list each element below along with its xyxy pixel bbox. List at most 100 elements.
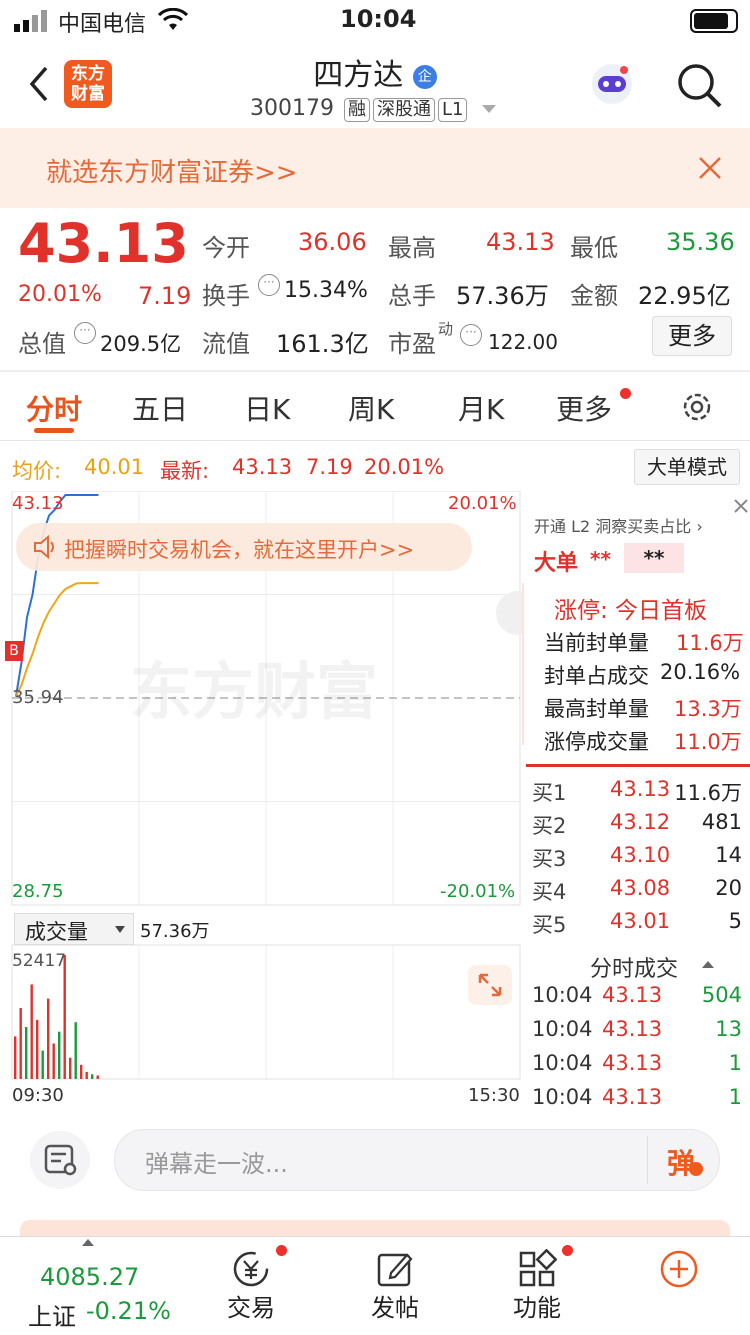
- bid-qty: 20: [715, 876, 742, 900]
- latest-label: 最新:: [160, 459, 210, 483]
- big-order-mode-button[interactable]: 大单模式: [634, 449, 740, 485]
- top-pct-label: 20.01%: [448, 493, 517, 514]
- nav-functions-label: 功能: [513, 1294, 561, 1322]
- expand-icon[interactable]: [468, 965, 512, 1005]
- stock-header: 东方 财富 四方达 企 300179 融深股通 L1: [0, 40, 750, 128]
- change-percent: 20.01%: [18, 282, 102, 307]
- promo-text[interactable]: 就选东方财富证券>>: [46, 152, 298, 189]
- time-end-label: 15:30: [468, 1085, 520, 1106]
- robot-assistant-icon[interactable]: [588, 60, 636, 108]
- signal-icon: [14, 10, 50, 38]
- nav-post-label: 发帖: [371, 1294, 419, 1322]
- trades-title[interactable]: 分时成交: [590, 951, 678, 983]
- search-icon[interactable]: [676, 62, 722, 112]
- limit-row-label: 当前封单量: [544, 631, 649, 655]
- trade-qty: 1: [728, 1085, 742, 1109]
- caret-up-icon[interactable]: [702, 961, 714, 968]
- volume-bar: [14, 1036, 17, 1079]
- mktcap-label: 总值: [18, 330, 66, 358]
- nav-add[interactable]: [614, 1237, 744, 1335]
- limit-row-label: 涨停成交量: [544, 730, 649, 754]
- trade-time: 10:04: [532, 983, 593, 1007]
- info-icon[interactable]: ···: [258, 274, 280, 296]
- index-ticker[interactable]: 4085.27 上证 -0.21%: [20, 1237, 171, 1335]
- index-percent: -0.21%: [86, 1297, 171, 1325]
- bottom-price-label: 28.75: [12, 881, 64, 902]
- tab-monthly-k[interactable]: 月K: [458, 388, 504, 428]
- bid-price: 43.08: [610, 876, 671, 900]
- volume-bar: [52, 1043, 55, 1079]
- volume-bar: [80, 1064, 83, 1079]
- index-name: 上证: [28, 1303, 76, 1331]
- bid-level: 买2: [532, 814, 567, 838]
- nav-trade[interactable]: 交易: [186, 1237, 316, 1335]
- high-label: 最高: [388, 234, 436, 262]
- volume-bar: [91, 1074, 94, 1079]
- trade-time: 10:04: [532, 1051, 593, 1075]
- danmu-input[interactable]: 弹幕走一波... 弹: [114, 1129, 720, 1191]
- divider: [647, 1136, 648, 1184]
- speaker-icon: [32, 534, 58, 563]
- limit-row-value: 11.6万: [676, 631, 744, 655]
- avg-value: 40.01: [84, 455, 145, 479]
- close-icon[interactable]: [732, 497, 750, 519]
- open-value: 36.06: [298, 228, 367, 256]
- avg-label: 均价:: [12, 459, 62, 483]
- bid-level: 买5: [532, 913, 567, 937]
- watermark: 东方财富: [130, 655, 378, 728]
- chart-info-row: 均价: 40.01 最新: 43.13 7.19 20.01% 大单模式: [0, 441, 750, 491]
- mktcap-value: 209.5亿: [100, 332, 182, 356]
- trade-price: 43.13: [602, 1017, 663, 1041]
- big-order-label: 大单: [534, 551, 579, 576]
- volume-bar: [69, 1057, 72, 1079]
- volume-selector[interactable]: 成交量: [14, 913, 134, 945]
- dropdown-icon[interactable]: [482, 105, 497, 113]
- danmu-settings-icon[interactable]: [30, 1131, 90, 1189]
- tab-five-day[interactable]: 五日: [132, 388, 188, 428]
- tab-intraday[interactable]: 分时: [26, 388, 82, 428]
- volume-bar: [74, 1022, 77, 1079]
- edit-icon: [377, 1253, 413, 1287]
- intraday-chart[interactable]: 东方财富 43.13 20.01% 35.94 28.75 -20.01% 把握…: [0, 490, 526, 1111]
- level2-panel: 开通 L2 洞察买卖占比 › 大单 ** ** 涨停: 今日首板 当前封单量 1…: [522, 491, 750, 1111]
- ad-text[interactable]: 把握瞬时交易机会，就在这里开户>>: [64, 534, 414, 564]
- bid-price: 43.12: [610, 810, 671, 834]
- more-button[interactable]: 更多: [652, 316, 732, 356]
- nav-functions[interactable]: 功能: [472, 1237, 602, 1335]
- volume-bar: [85, 1071, 88, 1079]
- volume-bar: [96, 1075, 99, 1079]
- volume-value: 57.36万: [456, 282, 549, 310]
- trade-qty: 1: [728, 1051, 742, 1075]
- tab-more[interactable]: 更多: [556, 388, 612, 428]
- turnover-label: 换手: [202, 282, 250, 310]
- danmu-send-button[interactable]: 弹: [667, 1142, 695, 1182]
- float-label: 流值: [202, 330, 250, 358]
- float-value: 161.3亿: [276, 330, 369, 358]
- l2-upgrade-link[interactable]: 开通 L2 洞察买卖占比 ›: [534, 513, 703, 537]
- caret-up-icon: [82, 1239, 94, 1246]
- carrier-label: 中国电信: [58, 12, 147, 37]
- change-amount: 7.19: [138, 282, 192, 310]
- stock-name: 四方达: [313, 58, 404, 93]
- close-icon[interactable]: [698, 156, 722, 184]
- tab-daily-k[interactable]: 日K: [244, 388, 290, 428]
- volume-bar: [63, 955, 66, 1079]
- nav-post[interactable]: 发帖: [330, 1237, 460, 1335]
- promo-banner[interactable]: 就选东方财富证券>>: [0, 128, 750, 208]
- danmu-placeholder: 弹幕走一波...: [145, 1150, 288, 1178]
- info-icon[interactable]: ···: [74, 322, 96, 344]
- volume-selector-label: 成交量: [25, 920, 88, 944]
- nav-trade-label: 交易: [227, 1294, 275, 1322]
- open-account-ad[interactable]: 把握瞬时交易机会，就在这里开户>>: [16, 523, 472, 571]
- wifi-icon: [157, 7, 189, 38]
- tab-weekly-k[interactable]: 周K: [348, 388, 394, 428]
- gear-icon[interactable]: [680, 390, 714, 428]
- trade-qty: 13: [715, 1017, 742, 1041]
- quote-panel: 43.13 20.01% 7.19 今开 36.06 最高 43.13 最低 3…: [0, 208, 750, 370]
- buy-marker[interactable]: B: [5, 641, 23, 661]
- latest-percent: 20.01%: [364, 455, 445, 479]
- trade-qty: 504: [701, 983, 742, 1007]
- info-icon[interactable]: ···: [460, 324, 482, 346]
- volume-max-label: 52417: [12, 951, 67, 971]
- chart-svg[interactable]: 东方财富: [0, 490, 522, 1111]
